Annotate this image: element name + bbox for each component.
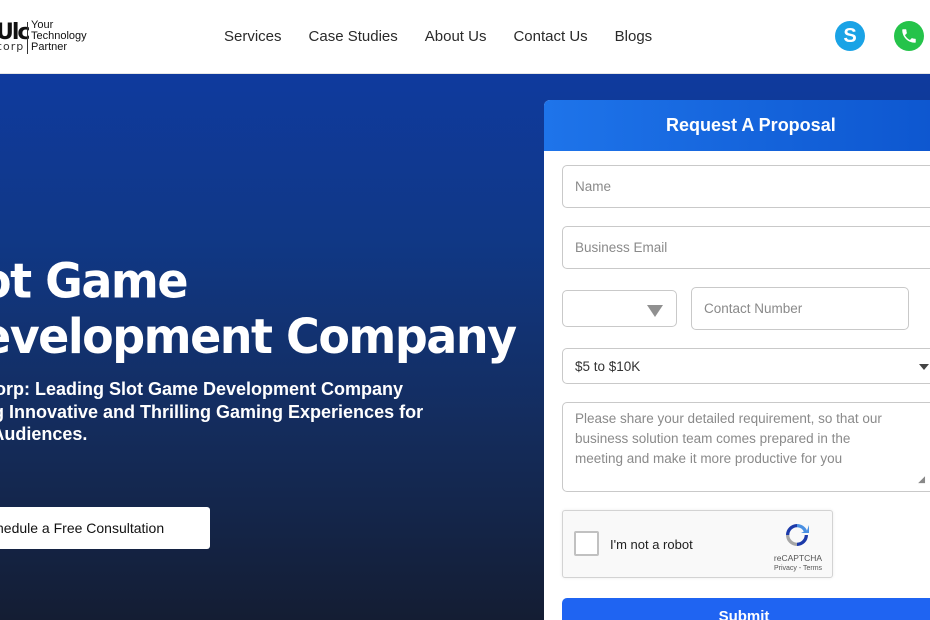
- nav-case-studies[interactable]: Case Studies: [309, 28, 398, 45]
- nav-blogs[interactable]: Blogs: [615, 28, 653, 45]
- requirement-placeholder-line: business solution team comes prepared in…: [575, 431, 851, 446]
- business-email-input[interactable]: Business Email: [562, 226, 930, 269]
- submit-button[interactable]: Submit: [562, 598, 930, 620]
- requirement-placeholder-line: meeting and make it more productive for …: [575, 451, 843, 466]
- chevron-down-icon: [919, 364, 929, 370]
- requirement-placeholder-line: Please share your detailed requirement, …: [575, 411, 882, 426]
- contact-number-input[interactable]: Contact Number: [691, 287, 909, 330]
- recaptcha-widget: I'm not a robot reCAPTCHA Privacy - Term…: [562, 510, 833, 578]
- hero-title-line: ot Game: [0, 252, 189, 309]
- recaptcha-privacy-terms[interactable]: Privacy - Terms: [765, 565, 831, 572]
- requirement-textarea[interactable]: Please share your detailed requirement, …: [562, 402, 930, 492]
- nav-contact-us[interactable]: Contact Us: [513, 28, 587, 45]
- logo-tagline: Your Technology Partner: [31, 20, 101, 53]
- budget-select[interactable]: $5 to $10K: [562, 348, 930, 384]
- country-code-select[interactable]: [562, 290, 677, 327]
- nav-about-us[interactable]: About Us: [425, 28, 487, 45]
- dropdown-triangle-icon: [647, 305, 663, 317]
- schedule-consultation-button[interactable]: hedule a Free Consultation: [0, 507, 210, 549]
- hero-subtitle-line: l Audiences.: [0, 424, 88, 444]
- recaptcha-brand: reCAPTCHA: [773, 553, 823, 563]
- resize-handle-icon[interactable]: ◢: [918, 469, 925, 489]
- proposal-form-card: Request A Proposal Name Business Email C…: [544, 100, 930, 620]
- budget-value: $5 to $10K: [575, 358, 641, 374]
- skype-icon[interactable]: S: [835, 21, 865, 51]
- recaptcha-checkbox[interactable]: [574, 531, 599, 556]
- hero-subtitle-line: Corp: Leading Slot Game Development Comp…: [0, 379, 404, 399]
- requirement-placeholder: Please share your detailed requirement, …: [575, 409, 882, 469]
- logo-tagline-line: Partner: [31, 41, 68, 53]
- form-title: Request A Proposal: [544, 100, 930, 151]
- nav-services[interactable]: Services: [224, 28, 282, 45]
- whatsapp-icon[interactable]: [894, 21, 924, 51]
- recaptcha-label: I'm not a robot: [610, 537, 693, 552]
- main-nav: Services Case Studies About Us Contact U…: [224, 28, 679, 45]
- name-input[interactable]: Name: [562, 165, 930, 208]
- recaptcha-logo-icon: [786, 524, 809, 546]
- hero-subtitle: Corp: Leading Slot Game Development Comp…: [0, 378, 462, 446]
- logo-divider: [27, 22, 28, 54]
- hero-subtitle-line: ng Innovative and Thrilling Gaming Exper…: [0, 401, 424, 422]
- phone-glyph-icon: [902, 29, 916, 43]
- hero-title: ot Game evelopment Company: [0, 252, 517, 365]
- logo-corp: corp: [0, 40, 25, 53]
- site-header: Ulc corp Your Technology Partner Service…: [0, 0, 930, 74]
- company-logo[interactable]: Ulc corp Your Technology Partner: [0, 18, 106, 58]
- hero-title-line: evelopment Company: [0, 307, 517, 365]
